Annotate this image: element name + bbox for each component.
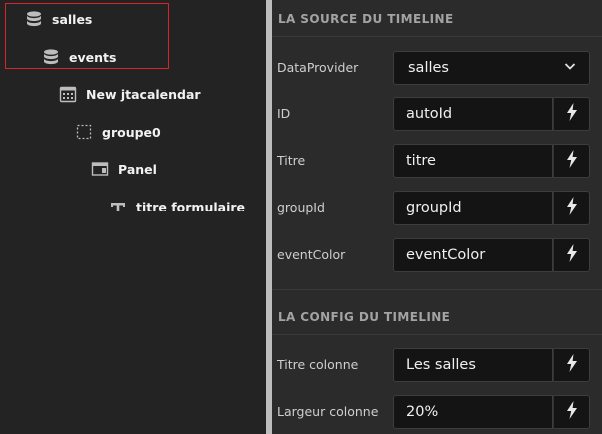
dataprovider-value: salles (408, 60, 449, 76)
tree-item-label: salles (52, 11, 93, 27)
tree-item-titre-formulaire[interactable]: titre formulaire (108, 199, 245, 211)
lightning-icon (566, 401, 578, 423)
dataprovider-label: DataProvider (277, 60, 359, 75)
panel-icon (90, 159, 110, 179)
groupid-label: groupId (277, 200, 325, 215)
section-divider (272, 36, 602, 37)
titre-value: titre (406, 153, 436, 169)
calendar-icon (58, 84, 78, 104)
tree-item-events[interactable]: events (41, 46, 116, 68)
titre-label: Titre (277, 153, 306, 168)
tree-item-new-jtacalendar[interactable]: New jtacalendar (58, 83, 201, 105)
lightning-icon (566, 244, 578, 266)
id-field[interactable]: autoId (393, 97, 553, 131)
titre-bind-button[interactable] (553, 144, 590, 178)
titre-colonne-label: Titre colonne (277, 357, 359, 372)
largeur-colonne-label: Largeur colonne (277, 404, 379, 419)
database-icon (41, 47, 61, 67)
eventcolor-label: eventColor (277, 247, 346, 262)
properties-panel: LA SOURCE DU TIMELINE DataProvider salle… (272, 0, 602, 434)
chevron-down-icon (563, 59, 577, 77)
dashed-box-icon (74, 122, 94, 142)
eventcolor-field[interactable]: eventColor (393, 238, 553, 272)
tree-item-label: titre formulaire (136, 200, 245, 211)
largeur-colonne-field[interactable]: 20% (393, 395, 553, 429)
tree-item-label: groupe0 (102, 124, 161, 140)
database-icon (24, 9, 44, 29)
section-divider (272, 334, 602, 335)
lightning-icon (566, 103, 578, 125)
lightning-icon (566, 354, 578, 376)
dataprovider-select[interactable]: salles (393, 51, 590, 85)
id-value: autoId (406, 106, 453, 122)
titre-colonne-value: Les salles (406, 357, 476, 373)
tree-item-groupe0[interactable]: groupe0 (74, 121, 161, 143)
groupid-field[interactable]: groupId (393, 191, 553, 225)
largeur-colonne-bind-button[interactable] (553, 395, 590, 429)
section-divider (272, 289, 602, 290)
groupid-value: groupId (406, 200, 462, 216)
tree-item-label: Panel (118, 161, 157, 177)
tree-item-panel[interactable]: Panel (90, 158, 157, 180)
section-title-config: LA CONFIG DU TIMELINE (278, 310, 451, 324)
tree-item-salles[interactable]: salles (24, 8, 92, 30)
id-bind-button[interactable] (553, 97, 590, 131)
section-title-source: LA SOURCE DU TIMELINE (278, 12, 454, 26)
id-label: ID (277, 106, 291, 121)
largeur-colonne-value: 20% (406, 404, 439, 420)
lightning-icon (566, 197, 578, 219)
tree-item-label: New jtacalendar (86, 86, 201, 102)
titre-colonne-bind-button[interactable] (553, 348, 590, 382)
eventcolor-bind-button[interactable] (553, 238, 590, 272)
titre-field[interactable]: titre (393, 144, 553, 178)
tree-item-label: events (69, 49, 117, 65)
lightning-icon (566, 150, 578, 172)
eventcolor-value: eventColor (406, 247, 486, 263)
titre-colonne-field[interactable]: Les salles (393, 348, 553, 382)
text-icon (108, 200, 128, 211)
component-tree: salles events New jtacalendar groupe0 Pa… (0, 0, 266, 434)
groupid-bind-button[interactable] (553, 191, 590, 225)
